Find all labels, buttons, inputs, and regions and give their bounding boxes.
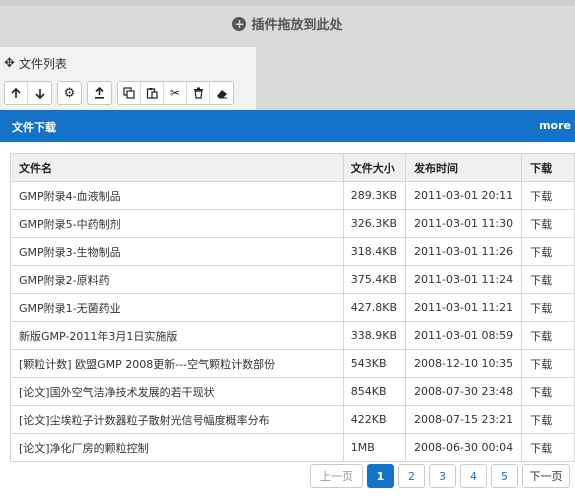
file-name-link[interactable]: GMP附录4-血液制品	[10, 181, 344, 210]
file-name-link[interactable]: [论文]尘埃粒子计数器粒子散射光信号幅度概率分布	[10, 405, 344, 434]
table-row: GMP附录3-生物制品 318.4KB 2011-03-01 11:26 下载	[10, 237, 575, 266]
upload-button[interactable]	[88, 82, 111, 104]
file-size: 318.4KB	[342, 237, 407, 266]
download-link[interactable]: 下载	[521, 237, 575, 266]
publish-date: 2011-03-01 20:11	[405, 181, 523, 210]
file-name-link[interactable]: GMP附录1-无菌药业	[10, 293, 344, 322]
file-size: 289.3KB	[342, 181, 407, 210]
download-link[interactable]: 下载	[521, 209, 575, 238]
page-button-3[interactable]: 3	[429, 464, 456, 488]
page-button-5[interactable]: 5	[491, 464, 518, 488]
table-row: GMP附录1-无菌药业 427.8KB 2011-03-01 11:21 下载	[10, 293, 575, 322]
copy-icon	[123, 87, 135, 99]
publish-date: 2011-03-01 11:24	[405, 265, 523, 294]
table-header-row: 文件名 文件大小 发布时间 下载	[10, 153, 575, 182]
move-up-button[interactable]	[5, 82, 28, 104]
table-row: GMP附录5-中药制剂 326.3KB 2011-03-01 11:30 下载	[10, 209, 575, 238]
table-row: 新版GMP-2011年3月1日实施版 338.9KB 2011-03-01 08:5…	[10, 321, 575, 350]
file-size: 1MB	[342, 433, 407, 462]
download-table: 文件名 文件大小 发布时间 下载 GMP附录4-血液制品 289.3KB 2011-…	[10, 153, 575, 462]
table-row: [颗粒计数] 欧盟GMP 2008更新---空气颗粒计数部份 543KB 2008-…	[10, 349, 575, 378]
upload-icon	[95, 87, 104, 99]
cut-button[interactable]: ✂	[164, 82, 187, 104]
scissors-icon: ✂	[169, 86, 181, 100]
page-button-2[interactable]: 2	[398, 464, 425, 488]
publish-date: 2008-07-15 23:21	[405, 405, 523, 434]
file-size: 854KB	[342, 377, 407, 406]
table-row: [论文]净化厂房的颗粒控制 1MB 2008-06-30 00:04 下载	[10, 433, 575, 462]
drop-zone-extension	[257, 47, 575, 110]
file-name-link[interactable]: GMP附录2-原料药	[10, 265, 344, 294]
download-link[interactable]: 下载	[521, 293, 575, 322]
download-link[interactable]: 下载	[521, 349, 575, 378]
publish-date: 2011-03-01 11:26	[405, 237, 523, 266]
drop-zone-label: 插件拖放到此处	[251, 18, 343, 33]
file-size: 427.8KB	[342, 293, 407, 322]
more-link[interactable]: more	[539, 119, 571, 132]
publish-date: 2011-03-01 11:30	[405, 209, 523, 238]
settings-button[interactable]: ⚙	[58, 82, 81, 104]
publish-date: 2011-03-01 11:21	[405, 293, 523, 322]
file-list-panel: ✥ 文件列表 ⚙ ✂	[0, 47, 257, 110]
file-size: 338.9KB	[342, 321, 407, 350]
section-title: 文件下载	[12, 121, 56, 134]
page-button-1[interactable]: 1	[367, 464, 394, 488]
plugin-drop-zone[interactable]: + 插件拖放到此处	[0, 0, 575, 47]
file-size: 543KB	[342, 349, 407, 378]
file-name-link[interactable]: [论文]国外空气洁净技术发展的若干现状	[10, 377, 344, 406]
upload-button-group	[87, 81, 112, 105]
next-page-button[interactable]: 下一页	[522, 464, 570, 488]
column-header-filename: 文件名	[10, 153, 344, 182]
clear-button[interactable]	[210, 82, 233, 104]
download-link[interactable]: 下载	[521, 377, 575, 406]
table-row: [论文]国外空气洁净技术发展的若干现状 854KB 2008-07-30 23:48…	[10, 377, 575, 406]
table-row: GMP附录2-原料药 375.4KB 2011-03-01 11:24 下载	[10, 265, 575, 294]
move-icon[interactable]: ✥	[4, 56, 15, 71]
pagination: 上一页 1 2 3 4 5 下一页	[310, 464, 570, 488]
arrow-down-icon	[34, 88, 45, 99]
plus-circle-icon: +	[232, 16, 247, 31]
paste-icon	[146, 88, 158, 99]
section-header: 文件下载 more	[0, 110, 575, 142]
file-name-link[interactable]: [论文]净化厂房的颗粒控制	[10, 433, 344, 462]
table-row: GMP附录4-血液制品 289.3KB 2011-03-01 20:11 下载	[10, 181, 575, 210]
delete-button[interactable]	[187, 82, 210, 104]
column-header-download: 下载	[521, 153, 575, 182]
panel-header[interactable]: ✥ 文件列表	[4, 55, 67, 72]
gear-icon: ⚙	[63, 85, 76, 101]
download-link[interactable]: 下载	[521, 433, 575, 462]
page-button-4[interactable]: 4	[460, 464, 487, 488]
panel-title: 文件列表	[18, 57, 67, 71]
settings-button-group: ⚙	[57, 81, 82, 105]
prev-page-button[interactable]: 上一页	[310, 464, 363, 488]
file-name-link[interactable]: GMP附录5-中药制剂	[10, 209, 344, 238]
copy-button[interactable]	[118, 82, 141, 104]
publish-date: 2008-07-30 23:48	[405, 377, 523, 406]
file-name-link[interactable]: 新版GMP-2011年3月1日实施版	[10, 321, 344, 350]
publish-date: 2008-12-10 10:35	[405, 349, 523, 378]
column-header-filesize: 文件大小	[342, 153, 407, 182]
file-size: 375.4KB	[342, 265, 407, 294]
panel-toolbar: ⚙ ✂	[4, 81, 234, 105]
eraser-icon	[216, 89, 227, 98]
table-row: [论文]尘埃粒子计数器粒子散射光信号幅度概率分布 422KB 2008-07-15 …	[10, 405, 575, 434]
file-size: 422KB	[342, 405, 407, 434]
trash-icon	[193, 87, 203, 99]
download-link[interactable]: 下载	[521, 405, 575, 434]
order-button-group	[4, 81, 52, 105]
file-name-link[interactable]: GMP附录3-生物制品	[10, 237, 344, 266]
file-name-link[interactable]: [颗粒计数] 欧盟GMP 2008更新---空气颗粒计数部份	[10, 349, 344, 378]
download-link[interactable]: 下载	[521, 321, 575, 350]
move-down-button[interactable]	[28, 82, 51, 104]
edit-button-group: ✂	[117, 81, 234, 105]
paste-button[interactable]	[141, 82, 164, 104]
drop-zone-hint: + 插件拖放到此处	[0, 14, 575, 33]
publish-date: 2011-03-01 08:59	[405, 321, 523, 350]
column-header-date: 发布时间	[405, 153, 523, 182]
download-link[interactable]: 下载	[521, 181, 575, 210]
arrow-up-icon	[11, 87, 21, 98]
publish-date: 2008-06-30 00:04	[405, 433, 523, 462]
download-link[interactable]: 下载	[521, 265, 575, 294]
file-size: 326.3KB	[342, 209, 407, 238]
